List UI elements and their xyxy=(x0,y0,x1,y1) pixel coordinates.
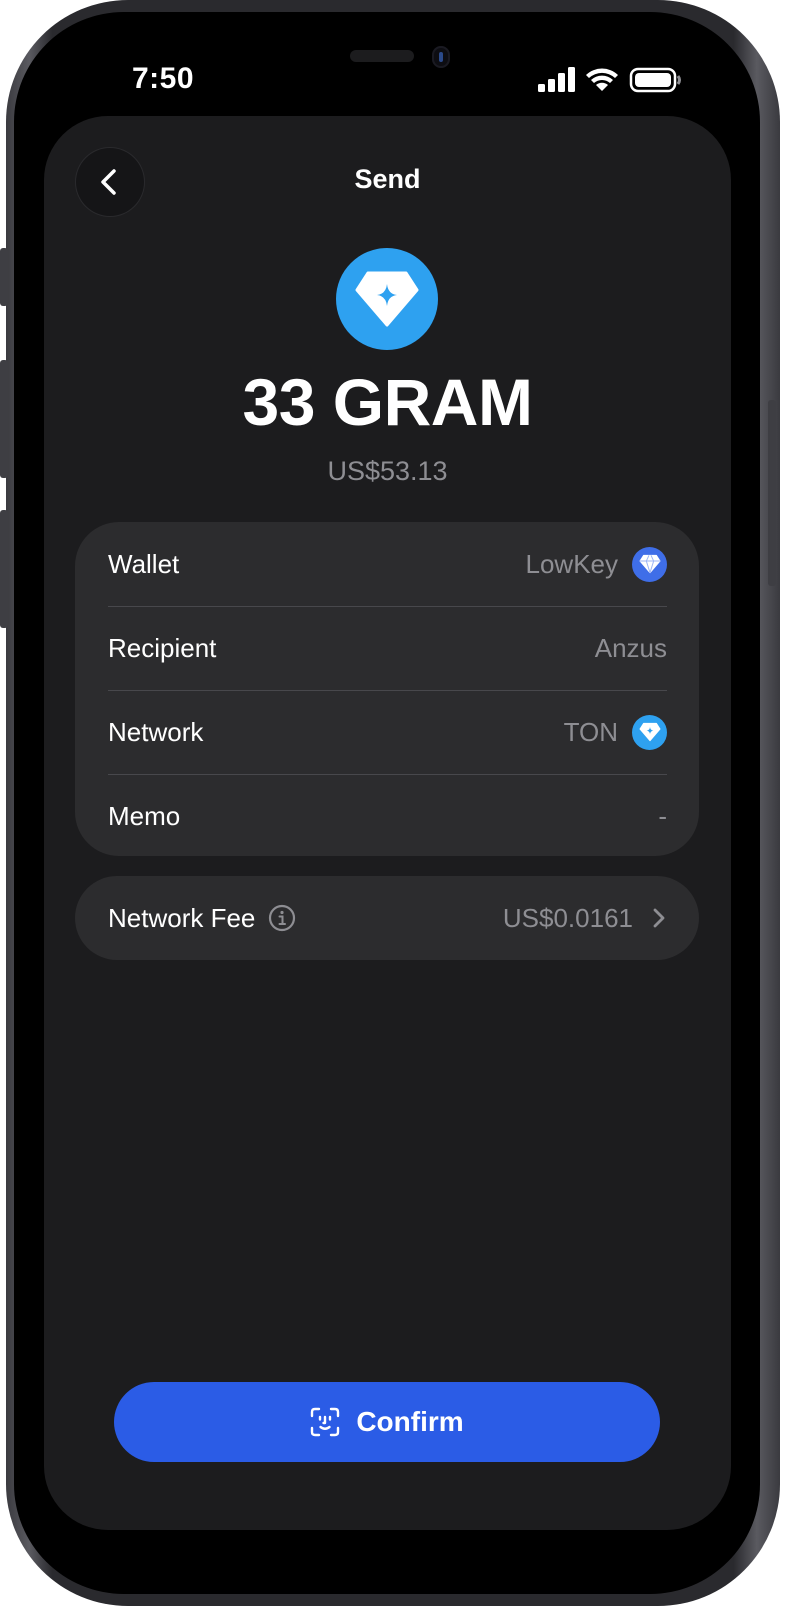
network-row: Network TON xyxy=(108,690,667,775)
network-value: TON xyxy=(563,716,618,747)
battery-icon xyxy=(629,67,681,93)
action-button xyxy=(0,248,8,306)
network-label: Network xyxy=(108,716,204,747)
wallet-value: LowKey xyxy=(525,548,619,579)
confirm-button[interactable]: Confirm xyxy=(114,1382,660,1462)
network-fee-row[interactable]: Network Fee US$0.0161 xyxy=(75,876,699,960)
memo-row: Memo - xyxy=(108,774,667,858)
face-id-icon xyxy=(311,1407,340,1437)
recipient-label: Recipient xyxy=(108,632,217,663)
volume-up-button xyxy=(0,360,8,478)
confirm-label: Confirm xyxy=(356,1406,464,1437)
transaction-details-card: Wallet LowKey Recipient Anzus Network TO… xyxy=(75,522,699,856)
status-icons xyxy=(538,66,684,96)
memo-label: Memo xyxy=(108,800,181,831)
chevron-right-icon xyxy=(653,908,665,928)
status-time: 7:50 xyxy=(132,62,195,95)
network-fee-value: US$0.0161 xyxy=(502,902,633,933)
front-camera xyxy=(432,46,450,68)
recipient-row: Recipient Anzus xyxy=(108,606,667,691)
cellular-signal-icon xyxy=(538,67,575,92)
page-title: Send xyxy=(354,164,421,194)
network-fee-label: Network Fee xyxy=(108,902,256,933)
wallet-row: Wallet LowKey xyxy=(108,522,667,607)
speaker-grille xyxy=(350,50,414,62)
info-icon[interactable] xyxy=(267,903,297,933)
ton-icon xyxy=(632,714,667,750)
memo-value: - xyxy=(658,800,667,831)
send-screen: Send 33 GRAM US$53.13 Wallet LowKey Reci… xyxy=(44,116,731,1530)
wifi-icon xyxy=(586,68,618,91)
volume-down-button xyxy=(0,510,8,628)
recipient-value: Anzus xyxy=(594,632,667,663)
wallet-diamond-icon xyxy=(632,546,667,582)
send-amount: 33 GRAM xyxy=(242,365,533,439)
gram-diamond-icon xyxy=(336,248,438,350)
wallet-label: Wallet xyxy=(108,548,180,579)
fiat-amount: US$53.13 xyxy=(327,456,448,486)
power-button xyxy=(768,400,776,586)
